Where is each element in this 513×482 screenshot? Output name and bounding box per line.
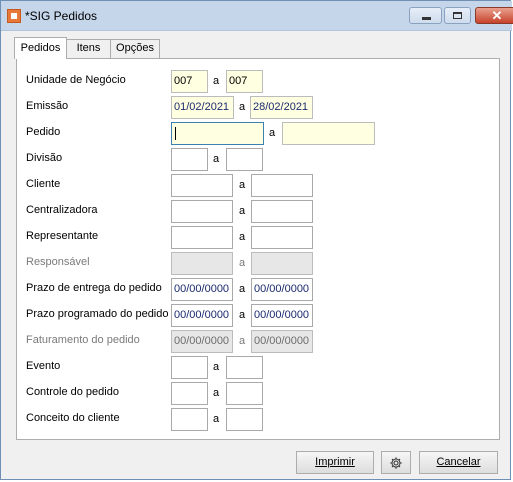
label-responsavel: Responsável — [26, 256, 90, 268]
range-separator: a — [213, 413, 220, 425]
tab-itens[interactable]: Itens — [66, 39, 111, 58]
prazo-programado-from-input[interactable]: 00/00/0000 — [171, 304, 233, 327]
unidade-negocio-to-input[interactable]: 007 — [226, 70, 263, 93]
label-prazo-entrega: Prazo de entrega do pedido — [26, 282, 162, 294]
conceito-cliente-to-input[interactable] — [226, 408, 263, 431]
faturamento-to-input: 00/00/0000 — [251, 330, 313, 353]
prazo-entrega-from-input[interactable]: 00/00/0000 — [171, 278, 233, 301]
range-separator: a — [213, 75, 220, 87]
range-separator: a — [239, 179, 246, 191]
unidade-negocio-from-input[interactable]: 007 — [171, 70, 208, 93]
label-divisao: Divisão — [26, 152, 63, 164]
cliente-from-input[interactable] — [171, 174, 233, 197]
print-button-label: Imprimir — [315, 456, 355, 468]
label-prazo-programado: Prazo programado do pedido — [26, 308, 169, 320]
divisao-to-input[interactable] — [226, 148, 263, 171]
tab-opcoes[interactable]: Opções — [110, 39, 160, 58]
responsavel-to-input — [251, 252, 313, 275]
text-caret — [175, 127, 176, 140]
maximize-button[interactable] — [444, 7, 471, 24]
representante-from-input[interactable] — [171, 226, 233, 249]
tab-pedidos[interactable]: Pedidos — [14, 37, 67, 59]
controle-pedido-from-input[interactable] — [171, 382, 208, 405]
range-separator: a — [239, 101, 246, 113]
evento-to-input[interactable] — [226, 356, 263, 379]
minimize-icon — [422, 17, 431, 20]
label-faturamento: Faturamento do pedido — [26, 334, 140, 346]
controle-pedido-to-input[interactable] — [226, 382, 263, 405]
print-button[interactable]: Imprimir — [296, 451, 374, 474]
range-separator: a — [239, 309, 246, 321]
faturamento-from-input: 00/00/0000 — [171, 330, 233, 353]
sig-pedidos-window: *SIG Pedidos ✕ Pedidos Itens Opções Unid… — [0, 0, 513, 480]
range-separator: a — [239, 205, 246, 217]
gear-icon — [390, 457, 402, 469]
sig-app-icon[interactable] — [7, 9, 21, 23]
conceito-cliente-from-input[interactable] — [171, 408, 208, 431]
cancel-button-label: Cancelar — [436, 456, 481, 468]
prazo-programado-to-input[interactable]: 00/00/0000 — [251, 304, 313, 327]
label-centralizadora: Centralizadora — [26, 204, 98, 216]
range-separator: a — [213, 153, 220, 165]
close-icon: ✕ — [491, 8, 503, 23]
evento-from-input[interactable] — [171, 356, 208, 379]
close-button[interactable]: ✕ — [475, 7, 513, 24]
representante-to-input[interactable] — [251, 226, 313, 249]
label-evento: Evento — [26, 360, 61, 372]
title-bar[interactable]: *SIG Pedidos ✕ — [1, 1, 513, 31]
centralizadora-from-input[interactable] — [171, 200, 233, 223]
cancel-button[interactable]: Cancelar — [419, 451, 498, 474]
range-separator: a — [239, 335, 246, 347]
label-emissao: Emissão — [26, 100, 69, 112]
divisao-from-input[interactable] — [171, 148, 208, 171]
emissao-from-input[interactable]: 01/02/2021 — [171, 96, 234, 119]
minimize-button[interactable] — [409, 7, 442, 24]
range-separator: a — [269, 127, 276, 139]
pedido-from-input[interactable] — [171, 122, 264, 145]
label-conceito-cliente: Conceito do cliente — [26, 412, 120, 424]
label-representante: Representante — [26, 230, 99, 242]
centralizadora-to-input[interactable] — [251, 200, 313, 223]
settings-button[interactable] — [381, 451, 411, 474]
range-separator: a — [239, 231, 246, 243]
window-title: *SIG Pedidos — [25, 9, 98, 23]
label-unidade-negocio: Unidade de Negócio — [26, 74, 126, 86]
range-separator: a — [239, 257, 246, 269]
prazo-entrega-to-input[interactable]: 00/00/0000 — [251, 278, 313, 301]
emissao-to-input[interactable]: 28/02/2021 — [250, 96, 313, 119]
range-separator: a — [213, 361, 220, 373]
responsavel-from-input — [171, 252, 233, 275]
cliente-to-input[interactable] — [251, 174, 313, 197]
range-separator: a — [213, 387, 220, 399]
label-cliente: Cliente — [26, 178, 61, 190]
maximize-icon — [453, 12, 462, 19]
label-pedido: Pedido — [26, 126, 61, 138]
range-separator: a — [239, 283, 246, 295]
pedido-to-input[interactable] — [282, 122, 375, 145]
label-controle-pedido: Controle do pedido — [26, 386, 119, 398]
